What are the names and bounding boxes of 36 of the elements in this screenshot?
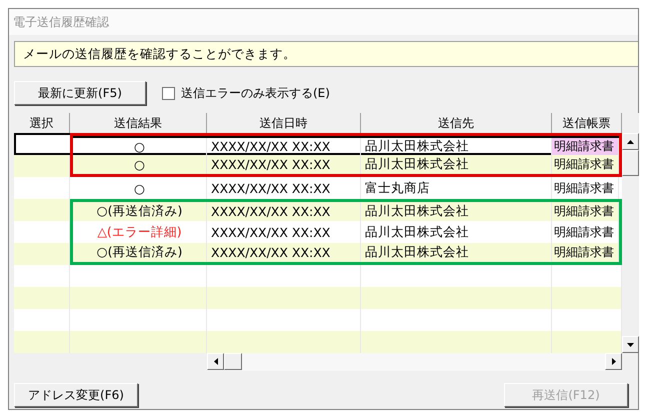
scroll-thumb[interactable]: [622, 150, 639, 176]
result-cell: ○(再送信済み): [73, 243, 207, 262]
result-cell: ○: [73, 155, 207, 174]
table-row[interactable]: ○ XXXX/XX/XX XX:XX 富士丸商店 明細請求書: [73, 177, 619, 199]
table-cell: XXXX/XX/XX XX:XX: [207, 243, 361, 262]
table-cell: XXXX/XX/XX XX:XX: [207, 177, 361, 199]
table-row[interactable]: ○ XXXX/XX/XX XX:XX 品川太田株式会社 明細請求書: [73, 155, 619, 174]
scroll-right-button[interactable]: [605, 353, 622, 370]
left-arrow-icon: [214, 358, 218, 365]
table-cell: 品川太田株式会社: [361, 202, 552, 221]
refresh-button[interactable]: 最新に更新(F5): [14, 81, 146, 105]
table-cell: 明細請求書: [552, 155, 619, 174]
table-cell: XXXX/XX/XX XX:XX: [207, 155, 361, 174]
scroll-down-button[interactable]: [622, 336, 639, 353]
table-cell: XXXX/XX/XX XX:XX: [207, 202, 361, 221]
table-cell: 明細請求書: [552, 138, 619, 155]
down-arrow-icon: [627, 342, 634, 346]
table-cell: 富士丸商店: [361, 177, 552, 199]
right-arrow-icon: [612, 358, 616, 365]
info-banner: メールの送信履歴を確認することができます。: [14, 41, 638, 67]
result-cell: ○(再送信済み): [73, 202, 207, 221]
table-row[interactable]: ○(再送信済み) XXXX/XX/XX XX:XX 品川太田株式会社 明細請求書: [73, 243, 619, 262]
change-address-button[interactable]: アドレス変更(F6): [14, 383, 138, 407]
scroll-left-button[interactable]: [207, 353, 224, 370]
scroll-thumb[interactable]: [224, 353, 242, 370]
scroll-up-button[interactable]: [622, 133, 639, 150]
table-cell: 品川太田株式会社: [361, 243, 552, 262]
table-cell: 明細請求書: [552, 177, 619, 199]
up-arrow-icon: [627, 140, 634, 144]
window-title: 電子送信履歴確認: [13, 14, 109, 30]
table-cell: 明細請求書: [552, 202, 619, 221]
table-row[interactable]: ○(再送信済み) XXXX/XX/XX XX:XX 品川太田株式会社 明細請求書: [73, 202, 619, 221]
table-cell: 品川太田株式会社: [361, 155, 552, 174]
table-cell: 明細請求書: [552, 243, 619, 262]
table-row[interactable]: [14, 287, 622, 309]
result-cell: ○: [73, 177, 207, 199]
